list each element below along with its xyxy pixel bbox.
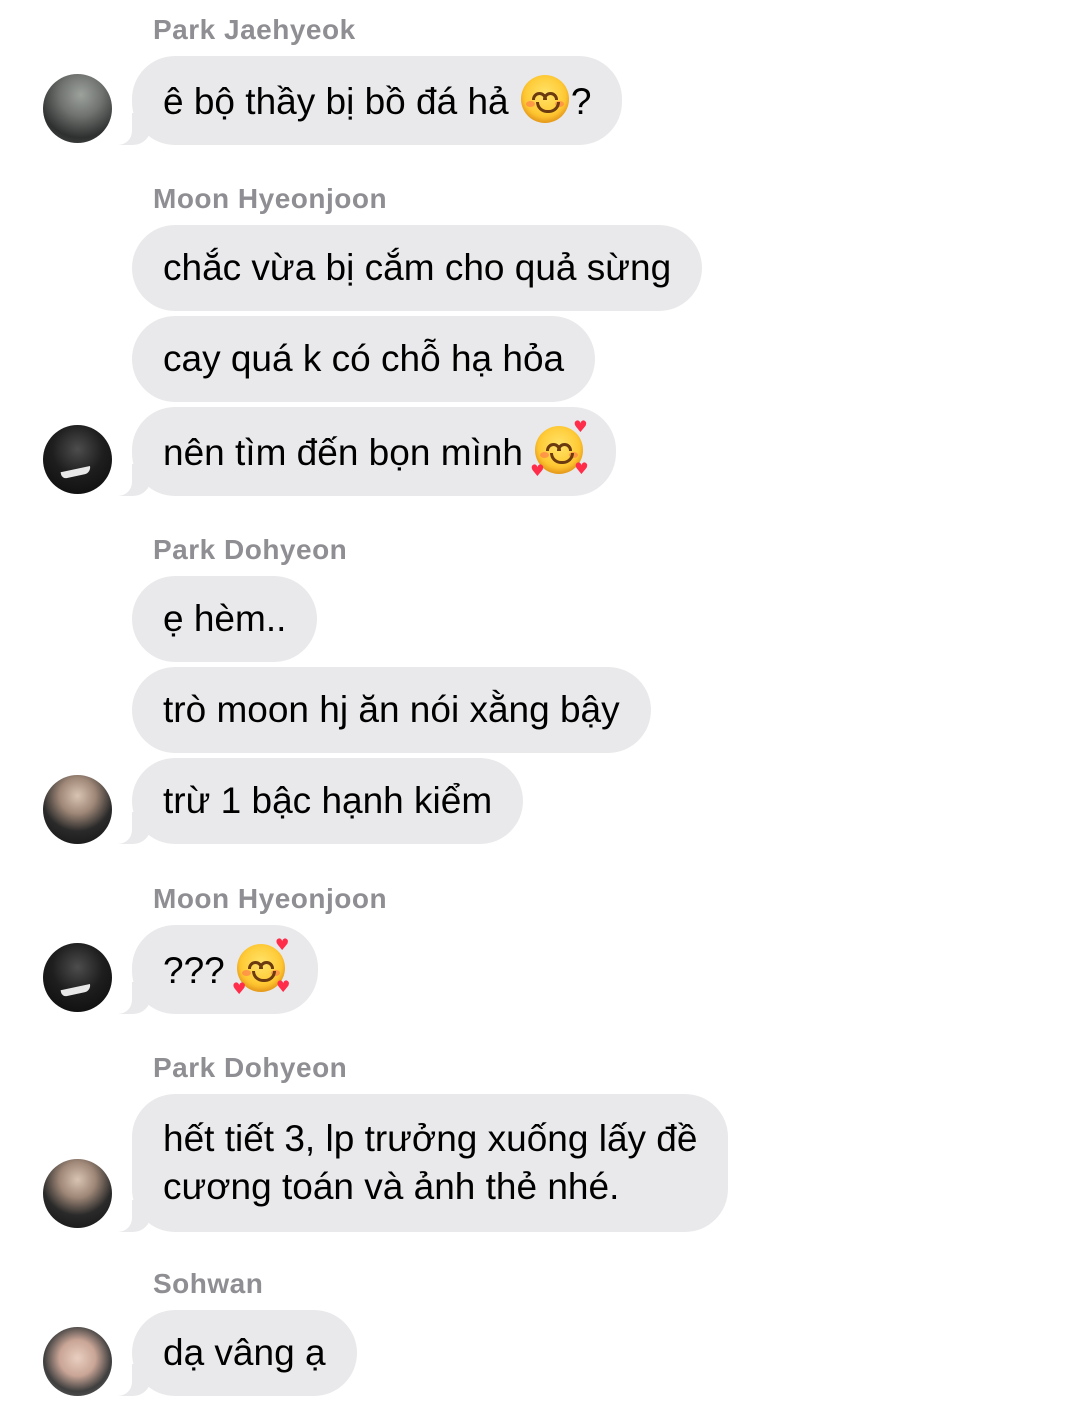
message-bubble[interactable]: ??? ♥ ♥ ♥ [105,925,319,1014]
message-bubble[interactable]: chắc vừa bị cắm cho quả sừng [132,225,703,311]
message-text: nên tìm đến bọn mình [163,432,534,473]
smiling-face-with-hearts-emoji-icon: ♥ ♥ ♥ [232,935,291,998]
message-bubble[interactable]: dạ vâng ạ [106,1310,357,1396]
avatar[interactable] [43,1327,112,1396]
avatar[interactable] [43,775,112,844]
message-bubble[interactable]: hết tiết 3, lp trưởng xuống lấy đề cương … [105,1094,729,1232]
message-bubble[interactable]: cay quá k có chỗ hạ hỏa [132,316,596,402]
message-bubble[interactable]: trừ 1 bậc hạnh kiểm [105,758,524,844]
smiling-face-emoji-icon [520,75,569,123]
message-text: trừ 1 bậc hạnh kiểm [163,780,493,821]
message-bubble[interactable]: ê bộ thầy bị bồ đá hả ? [105,56,623,145]
avatar[interactable] [43,425,112,494]
smiling-face-with-hearts-emoji-icon: ♥ ♥ ♥ [530,417,589,480]
avatar[interactable] [43,943,112,1012]
sender-name: Park Dohyeon [153,1052,348,1083]
avatar[interactable] [43,74,112,143]
message-text: trò moon hj ăn nói xằng bậy [163,689,620,730]
sender-name: Park Dohyeon [153,534,348,565]
avatar[interactable] [43,1159,112,1228]
message-text-suffix: ? [570,81,592,122]
message-text: ẹ hèm.. [163,598,287,639]
message-text-line: cương toán và ảnh thẻ nhé. [163,1166,620,1207]
message-text: dạ vâng ạ [163,1332,326,1373]
message-text: chắc vừa bị cắm cho quả sừng [163,247,672,288]
message-text: cay quá k có chỗ hạ hỏa [163,338,565,379]
message-bubble[interactable]: trò moon hj ăn nói xằng bậy [132,667,651,753]
message-text: ??? [163,950,236,991]
sender-name: Sohwan [153,1268,264,1299]
message-text: ê bộ thầy bị bồ đá hả [163,81,519,122]
sender-name: Park Jaehyeok [153,14,356,45]
sender-name: Moon Hyeonjoon [153,883,388,914]
sender-name: Moon Hyeonjoon [153,183,388,214]
message-text-line: hết tiết 3, lp trưởng xuống lấy đề [163,1118,698,1159]
message-bubble[interactable]: nên tìm đến bọn mình ♥ ♥ ♥ [105,407,617,496]
message-bubble[interactable]: ẹ hèm.. [132,576,318,662]
